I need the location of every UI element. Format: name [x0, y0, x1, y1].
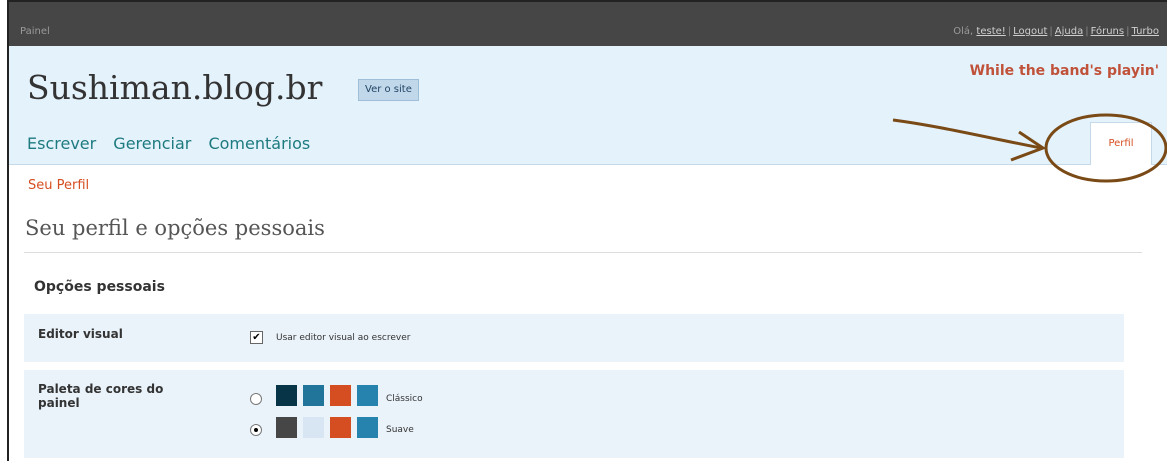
tab-profile[interactable]: Perfil — [1090, 122, 1152, 165]
classic-swatch-4 — [357, 385, 378, 406]
nav-item-manage[interactable]: Gerenciar — [113, 134, 191, 153]
suave-swatch-2 — [303, 417, 324, 438]
palette-suave-label: Suave — [386, 425, 414, 435]
admin-top-bar: Painel Olá, teste! | Logout | Ajuda | Fóruns | T… — [9, 2, 1167, 46]
visual-editor-row: Editor visual ✔ Usar editor visual ao es… — [24, 314, 1124, 362]
site-tagline: While the band's playin' — [969, 63, 1159, 79]
username-link[interactable]: teste! — [976, 26, 1005, 37]
site-header: Sushiman.blog.br Ver o site While the ba… — [9, 46, 1167, 165]
user-links: Olá, teste! | Logout | Ajuda | Fóruns | Turbo — [953, 26, 1159, 37]
suave-swatch-1 — [276, 417, 297, 438]
suave-swatch-3 — [330, 417, 351, 438]
suave-swatch-4 — [357, 417, 378, 438]
greeting-text: Olá, — [953, 26, 974, 37]
nav-item-comments[interactable]: Comentários — [208, 134, 310, 153]
site-title[interactable]: Sushiman.blog.br — [27, 68, 322, 107]
admin-brand: Painel — [20, 26, 50, 37]
classic-swatch-3 — [330, 385, 351, 406]
subnav-your-profile[interactable]: Seu Perfil — [28, 178, 89, 193]
visual-editor-checkbox-label: Usar editor visual ao escrever — [276, 333, 411, 343]
divider — [24, 252, 1142, 253]
classic-swatch-2 — [303, 385, 324, 406]
page-title: Seu perfil e opções pessoais — [25, 216, 325, 240]
palette-classic-radio[interactable] — [250, 393, 262, 405]
help-link[interactable]: Ajuda — [1055, 26, 1083, 37]
browser-frame: Painel Olá, teste! | Logout | Ajuda | Fóruns | T… — [7, 0, 1167, 461]
section-title: Opções pessoais — [34, 279, 165, 295]
forums-link[interactable]: Fóruns — [1091, 26, 1125, 37]
main-nav: Escrever Gerenciar Comentários — [27, 134, 322, 153]
turbo-link[interactable]: Turbo — [1131, 26, 1159, 37]
color-palette-label: Paleta de cores do painel — [38, 382, 164, 410]
visual-editor-checkbox[interactable]: ✔ — [250, 331, 263, 344]
color-palette-row: Paleta de cores do painel Clássico Suave — [24, 370, 1124, 458]
classic-swatch-1 — [276, 385, 297, 406]
palette-classic-label: Clássico — [386, 394, 423, 404]
logout-link[interactable]: Logout — [1013, 26, 1047, 37]
visual-editor-label: Editor visual — [38, 327, 123, 341]
nav-item-write[interactable]: Escrever — [27, 134, 96, 153]
palette-suave-radio[interactable] — [250, 424, 262, 436]
view-site-button[interactable]: Ver o site — [358, 79, 419, 101]
